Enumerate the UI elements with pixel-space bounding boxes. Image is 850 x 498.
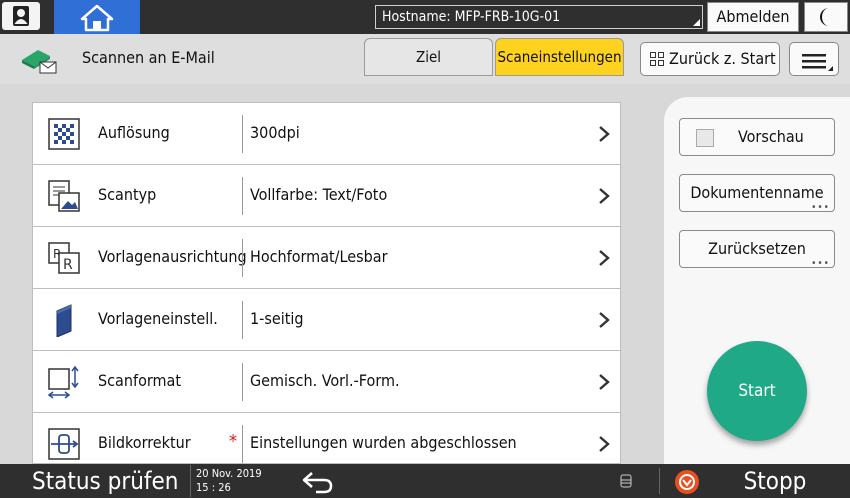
- divider: [242, 115, 243, 153]
- orientation-icon: R R: [48, 242, 80, 274]
- reset-label: Zurücksetzen: [708, 239, 806, 258]
- setting-value: Einstellungen wurden abgeschlossen: [250, 433, 517, 452]
- preview-toggle[interactable]: Vorschau: [679, 118, 835, 156]
- divider: [242, 301, 243, 339]
- document-name-label: Dokumentenname: [690, 183, 824, 202]
- divider: [242, 239, 243, 277]
- setting-value: Gemisch. Vorl.-Form.: [250, 371, 400, 390]
- divider: [659, 468, 660, 494]
- svg-text:R: R: [63, 257, 73, 273]
- date-time: 20 Nov. 2019 15 : 26: [190, 465, 280, 497]
- setting-label: Auflösung: [98, 123, 170, 142]
- hamburger-icon: [802, 54, 833, 71]
- undo-icon[interactable]: [300, 469, 336, 495]
- tab-scan-settings[interactable]: Scaneinstellungen: [495, 38, 624, 76]
- date-text: 20 Nov. 2019: [196, 467, 262, 480]
- setting-row-original-settings[interactable]: Vorlageneinstell. 1-seitig: [33, 289, 620, 351]
- app-title: Scannen an E-Mail: [82, 48, 215, 67]
- chevron-right-icon: [599, 188, 610, 204]
- energy-saver-button[interactable]: [804, 2, 848, 32]
- stop-icon[interactable]: [674, 469, 700, 495]
- setting-value: Vollfarbe: Text/Foto: [250, 185, 388, 204]
- reset-button[interactable]: Zurücksetzen •••: [679, 230, 835, 269]
- divider: [242, 363, 243, 401]
- document-name-button[interactable]: Dokumentenname •••: [679, 174, 835, 213]
- preview-checkbox[interactable]: [696, 129, 714, 147]
- divider: [242, 425, 243, 463]
- stop-button[interactable]: Stopp: [720, 464, 830, 498]
- grid-icon: [650, 52, 664, 66]
- settings-list: Auflösung 300dpi Scantyp Vollfarbe: Text…: [32, 102, 621, 464]
- home-button[interactable]: [54, 0, 140, 34]
- divider: [242, 177, 243, 215]
- setting-label: Scanformat: [98, 371, 181, 390]
- user-icon: [13, 6, 29, 26]
- setting-label: Vorlageneinstell.: [98, 309, 218, 328]
- setting-row-scan-size[interactable]: Scanformat Gemisch. Vorl.-Form.: [33, 351, 620, 413]
- setting-row-resolution[interactable]: Auflösung 300dpi: [33, 103, 620, 165]
- start-button[interactable]: Start: [707, 341, 807, 441]
- time-text: 15 : 26: [196, 481, 231, 494]
- setting-value: 300dpi: [250, 123, 300, 142]
- setting-label: Scantyp: [98, 185, 157, 204]
- resize-corner-icon: [693, 19, 700, 26]
- setting-row-orientation[interactable]: R R Vorlagenausrichtung Hochformat/Lesba…: [33, 227, 620, 289]
- back-to-home-label: Zurück z. Start: [669, 49, 776, 68]
- chevron-right-icon: [599, 126, 610, 142]
- image-correction-icon: [48, 428, 80, 460]
- back-to-home-button[interactable]: Zurück z. Start: [640, 42, 780, 76]
- original-settings-icon: [56, 304, 72, 337]
- user-button[interactable]: [2, 2, 40, 30]
- setting-value: Hochformat/Lesbar: [250, 247, 388, 266]
- required-marker: *: [229, 431, 238, 452]
- tab-destination[interactable]: Ziel: [364, 38, 493, 76]
- hostname-field[interactable]: Hostname: MFP-FRB-10G-01: [375, 5, 703, 29]
- setting-label: Bildkorrektur: [98, 433, 191, 452]
- setting-row-image-correction[interactable]: Bildkorrektur * Einstellungen wurden abg…: [33, 413, 620, 463]
- chevron-right-icon: [599, 250, 610, 266]
- more-icon: •••: [811, 202, 830, 213]
- scan-size-icon: [47, 365, 79, 399]
- chevron-right-icon: [599, 436, 610, 452]
- storage-icon: [620, 474, 632, 488]
- resolution-icon: [48, 118, 80, 150]
- setting-row-scan-type[interactable]: Scantyp Vollfarbe: Text/Foto: [33, 165, 620, 227]
- check-status-button[interactable]: Status prüfen: [0, 464, 188, 498]
- setting-value: 1-seitig: [250, 309, 304, 328]
- chevron-right-icon: [599, 312, 610, 328]
- chevron-right-icon: [599, 374, 610, 390]
- hostname-text: Hostname: MFP-FRB-10G-01: [382, 9, 561, 25]
- menu-button[interactable]: [789, 42, 839, 76]
- logout-button[interactable]: Abmelden: [707, 2, 799, 32]
- preview-label: Vorschau: [738, 127, 804, 146]
- scan-type-icon: [48, 180, 80, 212]
- more-icon: •••: [811, 258, 830, 269]
- setting-label: Vorlagenausrichtung: [98, 247, 247, 266]
- moon-icon: [820, 8, 829, 26]
- home-icon: [80, 4, 114, 32]
- scan-to-email-app-icon: [22, 50, 57, 74]
